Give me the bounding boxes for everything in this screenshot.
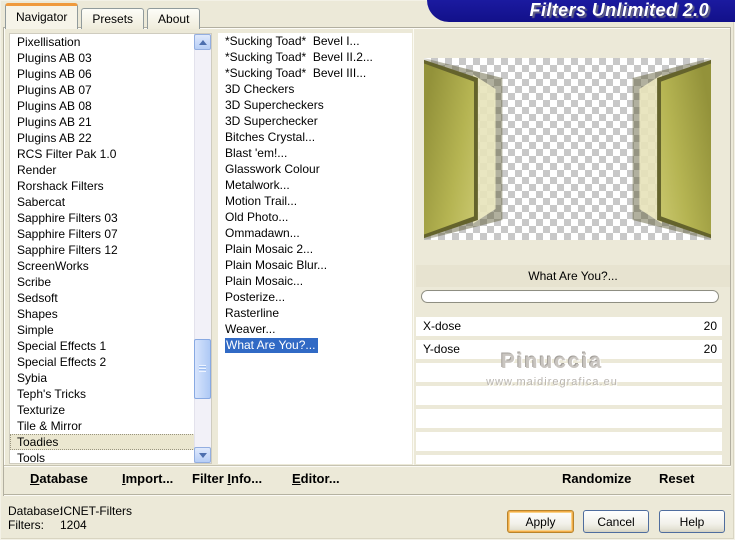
status-filters-label: Filters: (8, 518, 44, 532)
filter-item[interactable]: 3D Supercheckers (218, 97, 412, 113)
category-item[interactable]: Plugins AB 06 (10, 66, 211, 82)
category-item[interactable]: ScreenWorks (10, 258, 211, 274)
category-item[interactable]: Sapphire Filters 03 (10, 210, 211, 226)
category-item[interactable]: Plugins AB 08 (10, 98, 211, 114)
category-item[interactable]: Scribe (10, 274, 211, 290)
status-database-value: ICNET-Filters (60, 504, 132, 518)
category-item[interactable]: Render (10, 162, 211, 178)
empty-parameter-row (416, 432, 722, 451)
preview-shape-left (424, 58, 522, 240)
preview-canvas (424, 58, 711, 240)
category-item[interactable]: Texturize (10, 402, 211, 418)
filter-list[interactable]: *Sucking Toad* Bevel I... *Sucking Toad*… (218, 33, 412, 464)
filter-item[interactable]: Rasterline (218, 305, 412, 321)
command-band: Database Import... Filter Info... Editor… (4, 465, 731, 495)
editor-button[interactable]: Editor... (292, 471, 340, 486)
filter-item[interactable]: *Sucking Toad* Bevel III... (218, 65, 412, 81)
filter-item[interactable]: *Sucking Toad* Bevel I... (218, 33, 412, 49)
filter-item[interactable]: Bitches Crystal... (218, 129, 412, 145)
category-item[interactable]: Simple (10, 322, 211, 338)
filter-item[interactable]: Old Photo... (218, 209, 412, 225)
status-filters-value: 1204 (60, 518, 87, 532)
cancel-button[interactable]: Cancel (583, 510, 649, 533)
category-item[interactable]: Teph's Tricks (10, 386, 211, 402)
filter-item[interactable]: 3D Superchecker (218, 113, 412, 129)
category-list[interactable]: Pixellisation Plugins AB 03 Plugins AB 0… (9, 33, 212, 464)
filter-item[interactable]: *Sucking Toad* Bevel II.2... (218, 49, 412, 65)
category-item[interactable]: Tile & Mirror (10, 418, 211, 434)
title-banner: Filters Unlimited 2.0 (427, 0, 735, 22)
progress-bar (421, 290, 719, 303)
category-item[interactable]: Sybia (10, 370, 211, 386)
import-button[interactable]: Import... (122, 471, 173, 486)
scroll-up-button[interactable] (194, 34, 211, 50)
category-item[interactable]: Sapphire Filters 12 (10, 242, 211, 258)
category-item[interactable]: Special Effects 2 (10, 354, 211, 370)
filter-item[interactable]: Weaver... (218, 321, 412, 337)
apply-button[interactable]: Apply (507, 510, 574, 533)
empty-parameter-row (416, 409, 722, 428)
category-item[interactable]: Tools (10, 450, 211, 463)
category-item[interactable]: Sapphire Filters 07 (10, 226, 211, 242)
tab-presets[interactable]: Presets (81, 8, 145, 29)
help-button[interactable]: Help (659, 510, 725, 533)
database-button[interactable]: Database (30, 471, 88, 486)
chevron-down-icon (198, 452, 207, 458)
category-item[interactable]: Plugins AB 22 (10, 130, 211, 146)
status-database-label: Database: (8, 504, 63, 518)
watermark-name: Pinuccia (500, 350, 604, 373)
tab-about[interactable]: About (147, 8, 201, 29)
watermark-site: www.maidiregrafica.eu (486, 376, 618, 388)
filter-item[interactable]: Plain Mosaic Blur... (218, 257, 412, 273)
category-item[interactable]: Sedsoft (10, 290, 211, 306)
panel-divider (413, 28, 414, 465)
filter-item[interactable]: Ommadawn... (218, 225, 412, 241)
scroll-down-button[interactable] (194, 447, 211, 463)
category-item[interactable]: Plugins AB 21 (10, 114, 211, 130)
filter-item[interactable]: 3D Checkers (218, 81, 412, 97)
tab-bar: Navigator Presets About (5, 3, 203, 29)
randomize-button[interactable]: Randomize (562, 471, 631, 486)
tab-navigator[interactable]: Navigator (5, 3, 79, 29)
empty-parameter-row (416, 455, 722, 464)
filter-item[interactable]: Posterize... (218, 289, 412, 305)
parameter-label: X-dose (423, 319, 462, 333)
filter-item[interactable]: Motion Trail... (218, 193, 412, 209)
parameter-value[interactable]: 20 (704, 340, 717, 359)
app-title: Filters Unlimited 2.0 (529, 0, 709, 20)
filter-name-header: What Are You?... (416, 265, 730, 287)
preview-shape-right (613, 58, 711, 240)
parameter-row[interactable]: X-dose 20 (416, 317, 722, 336)
category-item-selected[interactable]: Toadies (10, 434, 211, 450)
empty-parameter-row (416, 386, 722, 405)
filter-item[interactable]: Metalwork... (218, 177, 412, 193)
filter-info-button[interactable]: Filter Info... (192, 471, 262, 486)
reset-button[interactable]: Reset (659, 471, 694, 486)
filters-unlimited-window: Filters Unlimited 2.0 Navigator Presets … (0, 0, 735, 540)
category-item[interactable]: Plugins AB 03 (10, 50, 211, 66)
parameter-value[interactable]: 20 (704, 317, 717, 336)
category-item[interactable]: Sabercat (10, 194, 211, 210)
filter-item[interactable]: Plain Mosaic 2... (218, 241, 412, 257)
selected-filter-label: What Are You?... (225, 338, 319, 353)
filter-item[interactable]: Blast 'em!... (218, 145, 412, 161)
category-item[interactable]: Rorshack Filters (10, 178, 211, 194)
category-scrollbar[interactable] (194, 34, 211, 463)
filter-item[interactable]: Plain Mosaic... (218, 273, 412, 289)
category-item[interactable]: Plugins AB 07 (10, 82, 211, 98)
category-item[interactable]: RCS Filter Pak 1.0 (10, 146, 211, 162)
category-item[interactable]: Special Effects 1 (10, 338, 211, 354)
filter-item-selected[interactable]: What Are You?... (218, 337, 412, 353)
filter-item[interactable]: Glasswork Colour (218, 161, 412, 177)
scroll-thumb[interactable] (194, 339, 211, 399)
category-item[interactable]: Pixellisation (10, 34, 211, 50)
category-item[interactable]: Shapes (10, 306, 211, 322)
chevron-up-icon (198, 39, 207, 45)
